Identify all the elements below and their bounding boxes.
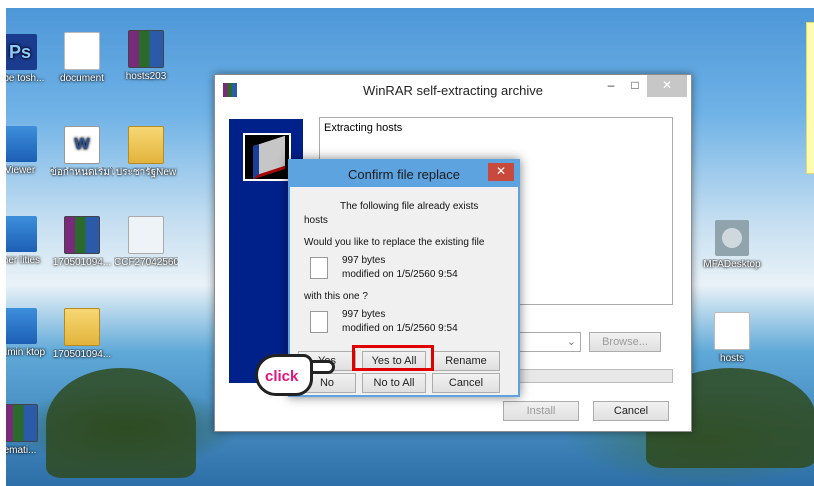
pointing-hand-annotation: click [255,350,335,400]
desktop-icon[interactable]: ther lities [6,216,52,267]
browse-button[interactable]: Browse... [589,332,661,352]
desktop-icon[interactable]: Viewer [6,126,52,177]
winrar-logo-icon [243,133,291,181]
extraction-progress-bar [515,369,673,383]
settings-gear-icon [715,220,749,256]
desktop-icon[interactable]: hosts203 [114,30,178,83]
photoshop-icon: Ps [6,34,37,70]
word-document-icon: W [64,126,100,164]
desktop-icon-label: CCF27042560 [114,257,178,268]
desktop-icon-label: ther lities [6,255,40,266]
desktop-icon-label: Admin ktop [6,347,46,358]
new-file-icon [310,311,328,333]
maximize-button[interactable]: □ [625,75,645,97]
folder-icon [64,308,100,346]
new-file-modified: modified on 1/5/2560 9:54 [342,323,458,334]
desktop-icon-label: Viewer [6,165,36,176]
desktop-icon[interactable]: document [50,32,114,85]
desktop-icon[interactable]: hosts [700,312,764,365]
desktop-icon-label: 170501094... [52,257,112,268]
new-file-size: 997 bytes [342,309,386,320]
admin-desktop-icon [6,308,37,344]
rename-button[interactable]: Rename [432,351,500,371]
replace-question: Would you like to replace the existing f… [304,237,485,248]
desktop-icon-label: emati... [6,445,37,456]
desktop-icon-label: ข้อกำหนดเริ่มใช้ [50,167,114,178]
desktop-icon[interactable]: CCF27042560 [114,216,178,269]
with-this-one-label: with this one ? [304,291,368,302]
palm-silhouette-left [46,368,196,478]
winrar-titlebar[interactable]: WinRAR self-extracting archive – □ ✕ [215,75,691,105]
desktop-icon[interactable]: MFADesktop [700,220,764,271]
highlight-yes-to-all [352,345,434,371]
dialog-titlebar[interactable]: Confirm file replace ✕ [290,161,518,187]
utilities-icon [6,216,37,252]
dialog-title: Confirm file replace [348,167,460,182]
dialog-close-button[interactable]: ✕ [488,163,514,181]
file-name: hosts [304,215,328,226]
existing-file-modified: modified on 1/5/2560 9:54 [342,269,458,280]
desktop-icon[interactable]: W ข้อกำหนดเริ่มใช้ [50,126,114,179]
desktop-icon-label: lobe tosh... [6,73,45,84]
no-to-all-button[interactable]: No to All [362,373,426,393]
existing-message: The following file already exists [340,201,479,212]
extraction-log-text: Extracting hosts [324,122,403,134]
desktop-icon-label: hosts [720,353,744,364]
cancel-install-button[interactable]: Cancel [593,401,669,421]
desktop-icon[interactable]: Admin ktop [6,308,52,359]
folder-icon [128,126,164,164]
image-file-icon [128,216,164,254]
sticky-note[interactable] [806,22,814,174]
desktop-icon[interactable]: 170501094... [50,308,114,361]
document-icon [64,32,100,70]
document-icon [714,312,750,350]
existing-file-icon [310,257,328,279]
winrar-archive-icon [6,404,38,442]
desktop-icon-label: MFADesktop [703,259,761,270]
desktop-icon[interactable]: emati... [6,404,52,457]
click-label: click [265,368,299,385]
desktop-icon[interactable]: ประชารัฐNew [114,126,178,179]
chevron-down-icon: ⌄ [566,336,576,348]
desktop-icon-label: ประชารัฐNew [115,167,177,178]
destination-folder-combo[interactable]: ⌄ [515,332,581,352]
minimize-button[interactable]: – [601,75,621,97]
desktop-icon[interactable]: Ps lobe tosh... [6,34,52,85]
viewer-icon [6,126,37,162]
install-button[interactable]: Install [503,401,579,421]
winrar-archive-icon [128,30,164,68]
desktop-icon-label: document [60,73,104,84]
close-button[interactable]: ✕ [647,75,687,97]
existing-file-size: 997 bytes [342,255,386,266]
desktop-icon-label: 170501094... [52,349,112,360]
desktop-icon[interactable]: 170501094... [50,216,114,269]
winrar-archive-icon [64,216,100,254]
desktop-icon-label: hosts203 [125,71,167,82]
cancel-dialog-button[interactable]: Cancel [432,373,500,393]
